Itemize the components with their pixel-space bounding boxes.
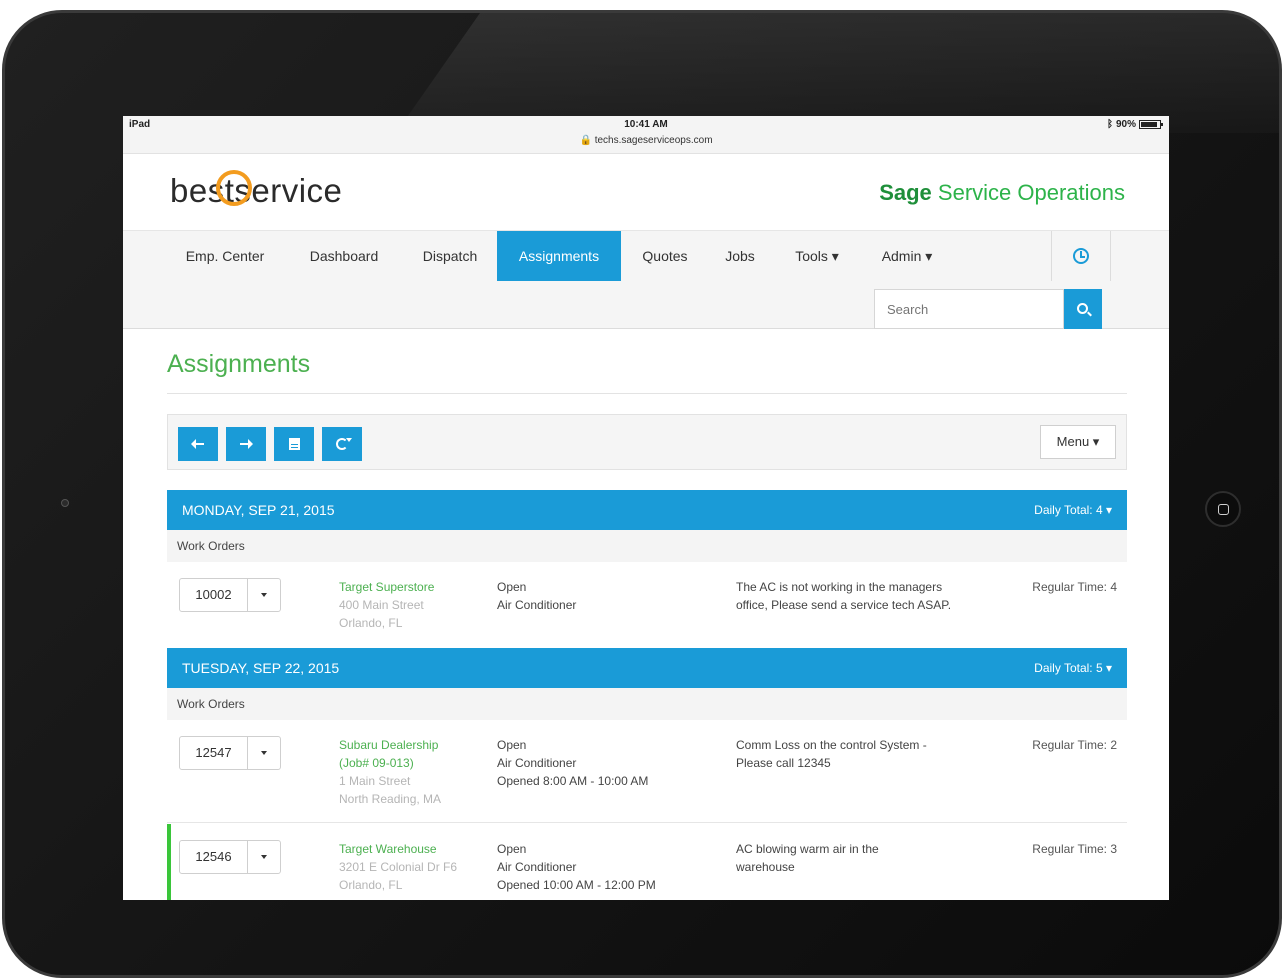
nav-dashboard[interactable]: Dashboard <box>293 231 395 281</box>
nav-assignments[interactable]: Assignments <box>497 231 621 281</box>
order-caret[interactable] <box>248 841 280 873</box>
section-work-orders: Work Orders <box>167 530 1127 562</box>
previous-button[interactable] <box>178 427 218 461</box>
day-header-monday: MONDAY, SEP 21, 2015 Daily Total: 4 ▾ <box>167 490 1127 530</box>
title-divider <box>167 393 1127 394</box>
section-work-orders: Work Orders <box>167 688 1127 720</box>
time-clock-button[interactable] <box>1051 231 1111 281</box>
order-number-dropdown[interactable]: 10002 <box>179 578 281 612</box>
order-status: Open Air Conditioner Opened 8:00 AM - 10… <box>497 736 648 790</box>
work-order-row: 12547 Subaru Dealership (Job# 09-013) 1 … <box>167 736 1127 816</box>
daily-total-dropdown[interactable]: Daily Total: 4 ▾ <box>1034 503 1112 517</box>
day-header-tuesday: TUESDAY, SEP 22, 2015 Daily Total: 5 ▾ <box>167 648 1127 688</box>
brand-header: best service Sage Service Operations <box>123 154 1169 231</box>
calendar-button[interactable] <box>274 427 314 461</box>
refresh-icon <box>336 438 348 450</box>
regular-time: Regular Time: 4 <box>1032 580 1117 594</box>
next-button[interactable] <box>226 427 266 461</box>
clock-icon <box>1073 248 1089 264</box>
row-divider <box>167 822 1127 823</box>
caret-down-icon <box>261 855 267 859</box>
order-status: Open Air Conditioner <box>497 578 576 614</box>
url-text: techs.sageserviceops.com <box>594 135 713 146</box>
status-state: Open <box>497 842 527 856</box>
caret-down-icon <box>261 751 267 755</box>
customer-address-line1: 3201 E Colonial Dr F6 <box>339 860 458 874</box>
sage-bold: Sage <box>879 180 932 205</box>
customer-address-line2: Orlando, FL <box>339 878 403 892</box>
customer-info: Target Warehouse 3201 E Colonial Dr F6 O… <box>339 840 457 894</box>
status-state: Open <box>497 580 527 594</box>
sage-rest: Service Operations <box>937 180 1125 205</box>
work-order-row-highlighted: 12546 Target Warehouse 3201 E Colonial D… <box>167 824 1127 900</box>
menu-dropdown-button[interactable]: Menu ▾ <box>1040 425 1116 459</box>
customer-address-line1: 1 Main Street <box>339 774 411 788</box>
nav-quotes[interactable]: Quotes <box>623 231 707 281</box>
address-url[interactable]: 🔒 techs.sageserviceops.com <box>123 135 1169 146</box>
order-description: AC blowing warm air in the warehouse <box>736 842 879 874</box>
status-equipment: Air Conditioner <box>497 860 577 874</box>
assignments-toolbar: Menu ▾ <box>167 414 1127 470</box>
page-title: Assignments <box>167 350 311 378</box>
sage-product-name: Sage Service Operations <box>879 180 1125 206</box>
nav-tools[interactable]: Tools ▾ <box>778 231 856 281</box>
battery-percent: 90% <box>1115 119 1136 130</box>
screen-gloss <box>395 13 1279 133</box>
clock-time: 10:41 AM <box>624 119 668 130</box>
work-order-row: 10002 Target Superstore 400 Main Street … <box>167 578 1127 638</box>
nav-jobs[interactable]: Jobs <box>713 231 767 281</box>
customer-name-link[interactable]: Target Warehouse <box>339 840 457 858</box>
refresh-button[interactable] <box>322 427 362 461</box>
nav-dispatch[interactable]: Dispatch <box>405 231 495 281</box>
ipad-screen: iPad 10:41 AM 🔒 techs.sageserviceops.com… <box>123 116 1169 900</box>
home-square-icon <box>1218 504 1229 515</box>
status-bar: iPad 10:41 AM 🔒 techs.sageserviceops.com… <box>123 116 1169 154</box>
status-window: Opened 8:00 AM - 10:00 AM <box>497 774 649 788</box>
battery-icon <box>1139 120 1163 129</box>
home-button[interactable] <box>1205 491 1241 527</box>
main-navbar: Emp. Center Dashboard Dispatch Assignmen… <box>123 231 1169 329</box>
search-input[interactable] <box>874 289 1064 329</box>
order-caret[interactable] <box>248 579 280 611</box>
regular-time: Regular Time: 2 <box>1032 738 1117 752</box>
bluetooth-icon: ᛒ <box>1106 119 1113 130</box>
order-description: Comm Loss on the control System - Please… <box>736 738 927 770</box>
status-equipment: Air Conditioner <box>497 756 577 770</box>
customer-info: Target Superstore 400 Main Street Orland… <box>339 578 434 632</box>
order-number-dropdown[interactable]: 12547 <box>179 736 281 770</box>
order-number[interactable]: 12546 <box>180 841 248 873</box>
best-service-logo[interactable]: best service <box>170 170 342 210</box>
order-status: Open Air Conditioner Opened 10:00 AM - 1… <box>497 840 656 894</box>
customer-address-line2: Orlando, FL <box>339 616 403 630</box>
order-caret[interactable] <box>248 737 280 769</box>
job-number-link[interactable]: (Job# 09-013) <box>339 754 441 772</box>
search-button[interactable] <box>1064 289 1102 329</box>
nav-admin[interactable]: Admin ▾ <box>865 231 949 281</box>
day-date: MONDAY, SEP 21, 2015 <box>182 502 335 518</box>
order-description: The AC is not working in the managers of… <box>736 580 952 612</box>
daily-total-dropdown[interactable]: Daily Total: 5 ▾ <box>1034 661 1112 675</box>
customer-info: Subaru Dealership (Job# 09-013) 1 Main S… <box>339 736 441 808</box>
arrow-left-icon <box>191 439 204 449</box>
customer-address-line1: 400 Main Street <box>339 598 424 612</box>
camera-icon <box>61 499 69 507</box>
search-icon <box>1076 302 1088 314</box>
nav-emp-center[interactable]: Emp. Center <box>170 231 280 281</box>
status-state: Open <box>497 738 527 752</box>
status-equipment: Air Conditioner <box>497 598 577 612</box>
customer-name-link[interactable]: Target Superstore <box>339 578 434 596</box>
customer-name-link[interactable]: Subaru Dealership <box>339 736 441 754</box>
battery-status: ᛒ 90% <box>1106 119 1163 130</box>
order-number[interactable]: 12547 <box>180 737 248 769</box>
regular-time: Regular Time: 3 <box>1032 842 1117 856</box>
order-number[interactable]: 10002 <box>180 579 248 611</box>
day-date: TUESDAY, SEP 22, 2015 <box>182 660 340 676</box>
customer-address-line2: North Reading, MA <box>339 792 442 806</box>
caret-down-icon <box>261 593 267 597</box>
status-window: Opened 10:00 AM - 12:00 PM <box>497 878 656 892</box>
order-number-dropdown[interactable]: 12546 <box>179 840 281 874</box>
calendar-icon <box>288 438 300 450</box>
arrow-right-icon <box>240 439 253 449</box>
